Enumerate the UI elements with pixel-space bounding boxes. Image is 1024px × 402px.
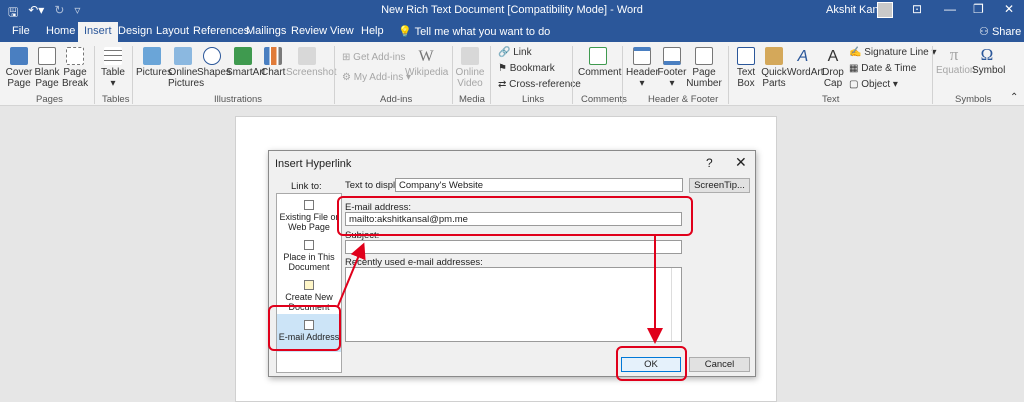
arrow-to-email-field	[337, 242, 366, 307]
annotation-arrows	[337, 236, 663, 344]
